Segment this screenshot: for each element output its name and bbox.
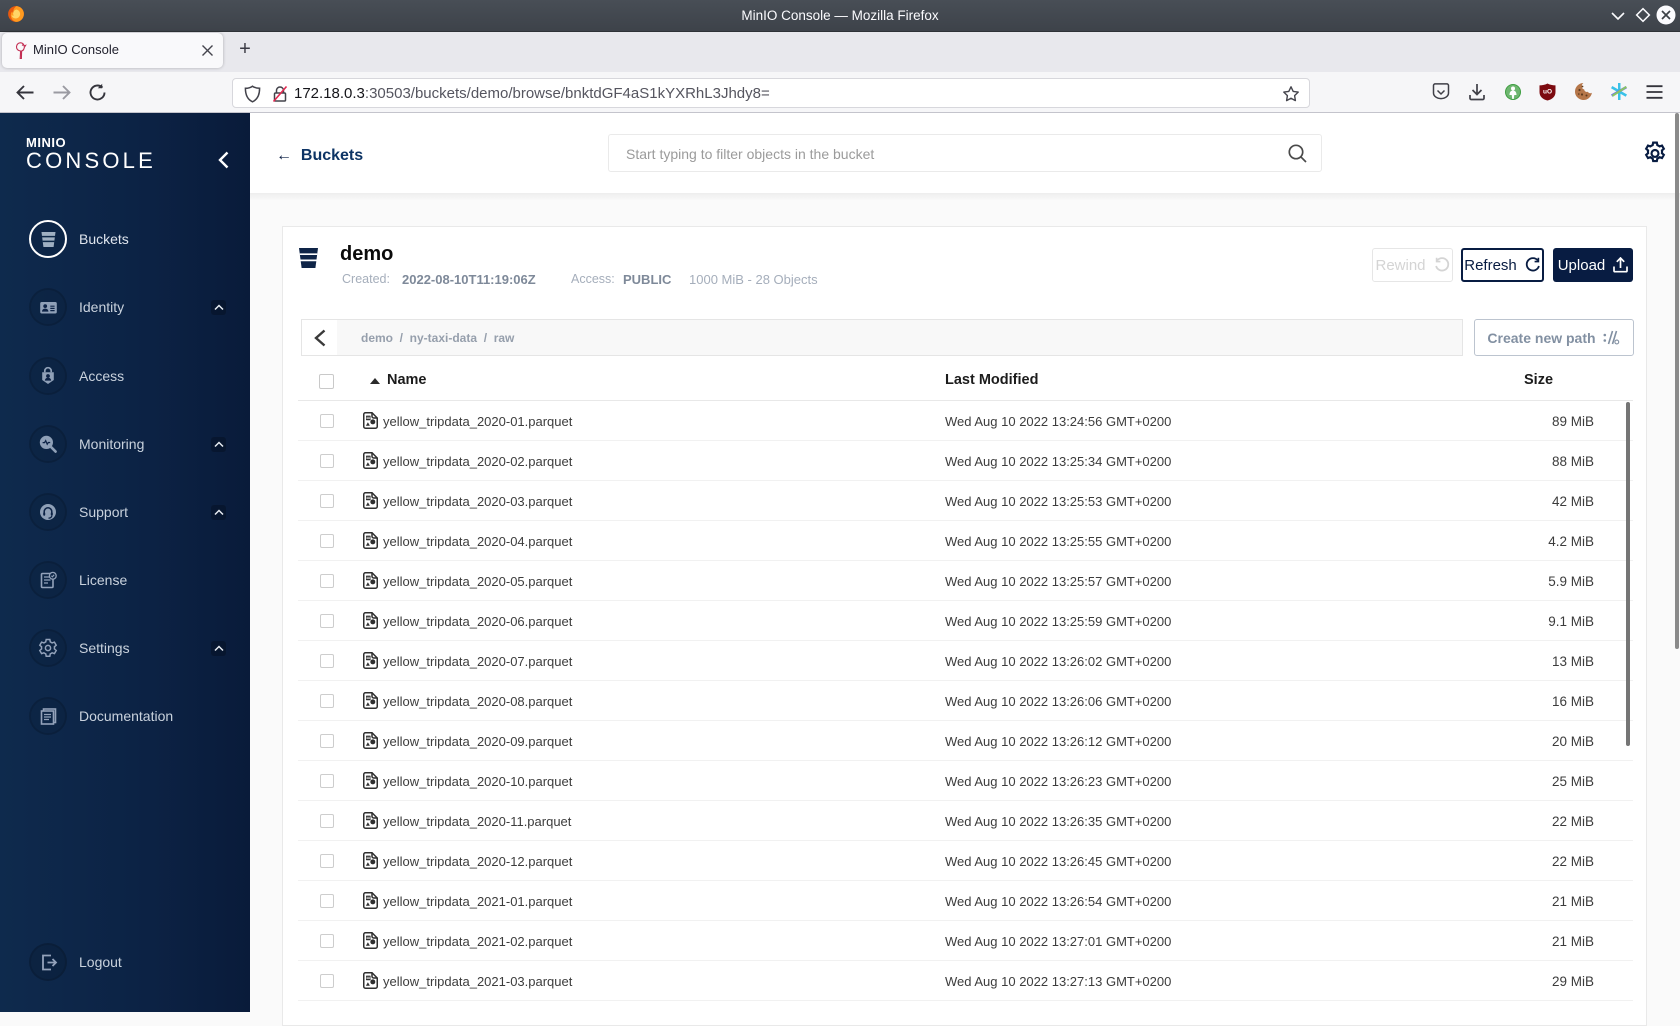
- svg-text:uO: uO: [1543, 89, 1552, 96]
